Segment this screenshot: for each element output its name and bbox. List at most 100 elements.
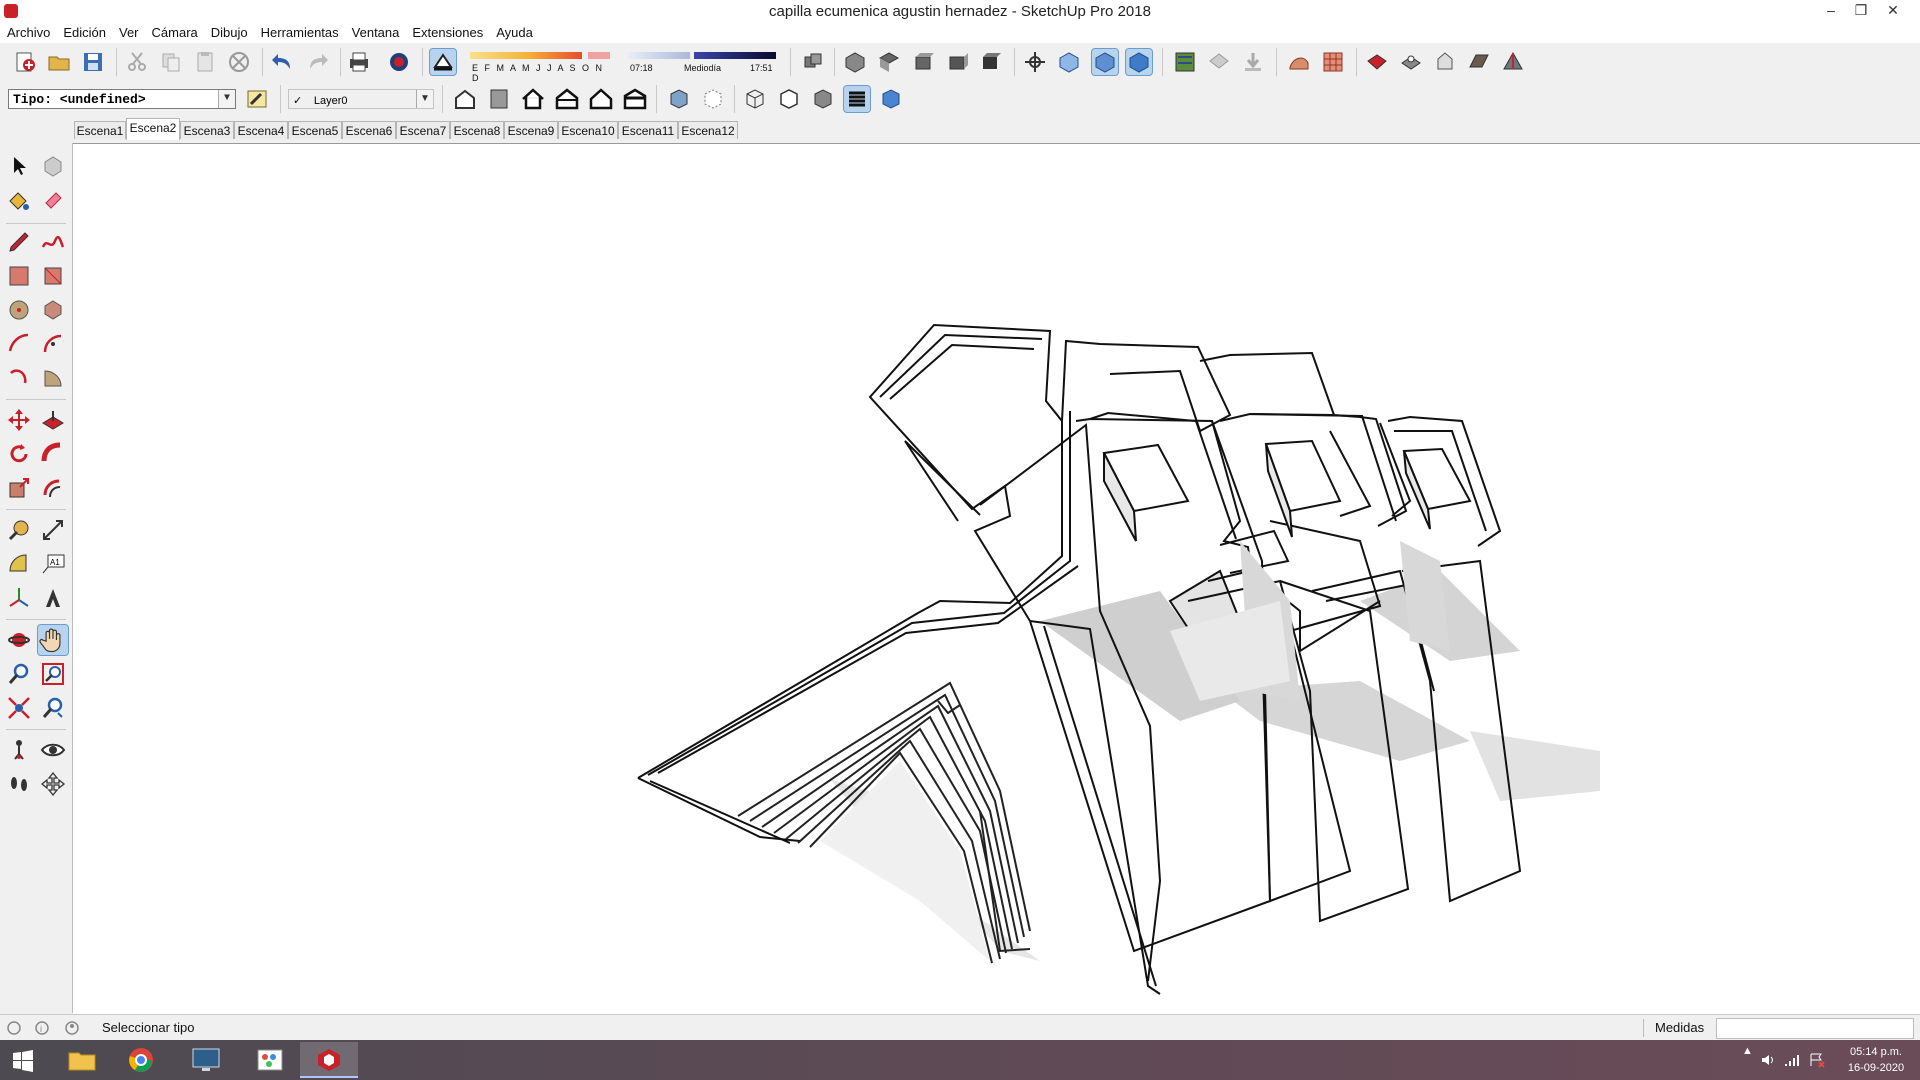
taskbar-paint[interactable] [240, 1042, 298, 1078]
tab-escena6[interactable]: Escena6 [342, 121, 396, 139]
back-edges-icon[interactable] [700, 86, 726, 112]
menu-edicion[interactable]: Edición [57, 23, 112, 42]
text-label-icon[interactable]: A1 [40, 551, 66, 577]
eraser-icon[interactable] [40, 187, 66, 213]
zoom-icon[interactable] [6, 661, 32, 687]
network-signal-icon[interactable] [1784, 1052, 1800, 1068]
tab-escena3[interactable]: Escena3 [180, 121, 234, 139]
windows-start-icon[interactable] [12, 1050, 34, 1072]
menu-archivo[interactable]: Archivo [1, 23, 56, 42]
axes-icon[interactable] [6, 585, 32, 611]
back-view-icon[interactable] [978, 49, 1004, 75]
month-thumb[interactable] [588, 52, 610, 59]
scale-icon[interactable] [6, 475, 32, 501]
3d-warehouse-icon[interactable] [1206, 49, 1232, 75]
shadows-toggle-icon[interactable] [429, 48, 457, 76]
rectangle-icon[interactable] [6, 263, 32, 289]
top-view-icon[interactable] [876, 49, 902, 75]
taskbar-sketchup[interactable] [300, 1042, 358, 1078]
flag-notification-icon[interactable] [1808, 1052, 1826, 1068]
shadow-time-slider[interactable]: 07:18 Mediodía 17:51 [628, 52, 776, 76]
tab-escena2[interactable]: Escena2 [126, 118, 180, 140]
save-icon[interactable] [80, 49, 106, 75]
outline-house-icon[interactable] [588, 86, 614, 112]
wireframe-icon[interactable] [742, 86, 768, 112]
drawing-viewport[interactable] [73, 143, 1920, 1014]
pan-hand-icon[interactable] [37, 624, 69, 656]
chevron-down-icon[interactable]: ▼ [416, 90, 433, 108]
iso-view-icon[interactable] [842, 49, 868, 75]
line-pencil-icon[interactable] [6, 229, 32, 255]
restore-button[interactable]: ❐ [1846, 0, 1876, 22]
tab-escena11[interactable]: Escena11 [618, 121, 678, 139]
two-point-arc-icon[interactable] [40, 331, 66, 357]
hidden-line-style-icon[interactable] [776, 86, 802, 112]
tab-escena8[interactable]: Escena8 [450, 121, 504, 139]
move-icon[interactable] [6, 407, 32, 433]
tape-measure-icon[interactable] [6, 517, 32, 543]
tab-escena5[interactable]: Escena5 [288, 121, 342, 139]
circle-icon[interactable] [6, 297, 32, 323]
tab-escena1[interactable]: Escena1 [74, 121, 126, 139]
minimize-button[interactable]: – [1816, 0, 1846, 22]
push-pull-icon[interactable] [40, 407, 66, 433]
geo-location-status-icon[interactable] [6, 1020, 22, 1036]
three-point-arc-icon[interactable] [6, 365, 32, 391]
select-arrow-icon[interactable] [6, 153, 32, 179]
rotate-icon[interactable] [6, 441, 32, 467]
tab-escena4[interactable]: Escena4 [234, 121, 288, 139]
make-component-icon[interactable] [40, 153, 66, 179]
shaded-textures-icon[interactable] [1125, 48, 1153, 76]
garage-icon[interactable] [622, 86, 648, 112]
solid-trim-icon[interactable] [1466, 49, 1492, 75]
right-view-icon[interactable] [944, 49, 970, 75]
walk-footprints-icon[interactable] [6, 771, 32, 797]
section-plane-icon[interactable] [40, 771, 66, 797]
solid-split-icon[interactable] [1500, 49, 1526, 75]
copy-icon[interactable] [158, 49, 184, 75]
menu-ayuda[interactable]: Ayuda [490, 23, 539, 42]
extension-warehouse-icon[interactable] [1240, 49, 1266, 75]
menu-dibujo[interactable]: Dibujo [205, 23, 254, 42]
house-icon[interactable] [520, 86, 546, 112]
menu-extensiones[interactable]: Extensiones [406, 23, 489, 42]
previous-view-icon[interactable] [40, 695, 66, 721]
erase-icon[interactable] [226, 49, 252, 75]
measurements-input[interactable] [1716, 1018, 1914, 1039]
menu-ver[interactable]: Ver [113, 23, 145, 42]
pie-icon[interactable] [40, 365, 66, 391]
offset-icon[interactable] [40, 475, 66, 501]
rotated-rectangle-icon[interactable] [40, 263, 66, 289]
warehouse-building-icon[interactable] [452, 86, 478, 112]
hidden-line-icon[interactable] [1091, 48, 1119, 76]
tray-show-hidden-icon[interactable]: ▲ [1742, 1045, 1753, 1057]
xray-face-icon[interactable] [666, 86, 692, 112]
menu-herramientas[interactable]: Herramientas [255, 23, 345, 42]
zoom-window-icon[interactable] [40, 661, 66, 687]
open-folder-icon[interactable] [46, 49, 72, 75]
sandbox-smoove-icon[interactable] [1286, 49, 1312, 75]
tab-escena10[interactable]: Escena10 [558, 121, 618, 139]
3d-text-icon[interactable] [40, 585, 66, 611]
model-info-icon[interactable] [386, 49, 412, 75]
component-icon[interactable] [800, 49, 826, 75]
solid-subtract-icon[interactable] [1398, 49, 1424, 75]
tab-escena9[interactable]: Escena9 [504, 121, 558, 139]
orbit-axes-icon[interactable] [1022, 49, 1048, 75]
tab-escena7[interactable]: Escena7 [396, 121, 450, 139]
solid-shell-icon[interactable] [1432, 49, 1458, 75]
credits-info-icon[interactable]: i [34, 1020, 50, 1036]
classifier-paint-icon[interactable] [244, 86, 270, 112]
orbit-icon[interactable] [6, 627, 32, 653]
xray-icon[interactable] [1056, 49, 1082, 75]
undo-icon[interactable] [270, 49, 296, 75]
freehand-icon[interactable] [40, 229, 66, 255]
menu-ventana[interactable]: Ventana [346, 23, 406, 42]
close-button[interactable]: ✕ [1878, 0, 1908, 22]
sandbox-grid-icon[interactable] [1320, 49, 1346, 75]
layer-selector[interactable]: ✓ Layer0 ▼ [288, 89, 434, 109]
solid-union-icon[interactable] [1364, 49, 1390, 75]
front-elevation-icon[interactable] [486, 86, 512, 112]
protractor-icon[interactable] [6, 551, 32, 577]
position-camera-icon[interactable] [6, 737, 32, 763]
